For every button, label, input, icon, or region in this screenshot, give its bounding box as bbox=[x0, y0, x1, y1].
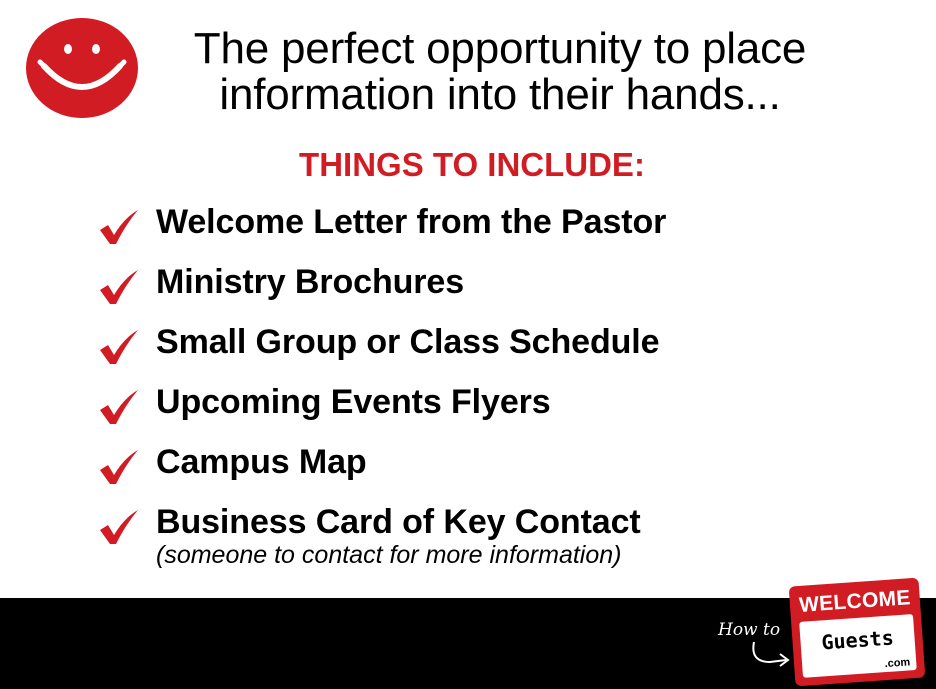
list-item-label: Campus Map bbox=[156, 443, 367, 481]
list-item-label: Ministry Brochures bbox=[156, 263, 465, 301]
list-item: Upcoming Events Flyers bbox=[98, 380, 858, 440]
list-item-note: (someone to contact for more information… bbox=[156, 541, 622, 569]
logo-name: Guests bbox=[820, 625, 895, 655]
checklist: Welcome Letter from the Pastor Ministry … bbox=[98, 200, 858, 569]
checkmark-icon bbox=[100, 390, 138, 424]
headline-line-2: information into their hands... bbox=[219, 70, 781, 119]
list-item: Ministry Brochures bbox=[98, 260, 858, 320]
checkmark-icon bbox=[100, 270, 138, 304]
list-item: Business Card of Key Contact (someone to… bbox=[98, 500, 858, 569]
logo-suffix: .com bbox=[884, 656, 911, 671]
list-item-label: Business Card of Key Contact bbox=[156, 503, 641, 541]
checkmark-icon bbox=[100, 450, 138, 484]
welcome-guests-logo: WELCOME Guests .com bbox=[788, 577, 926, 687]
list-item: Small Group or Class Schedule bbox=[98, 320, 858, 380]
section-heading: THINGS TO INCLUDE: bbox=[299, 146, 645, 183]
checkmark-icon bbox=[100, 210, 138, 244]
logo-prefix: How to bbox=[718, 620, 781, 640]
curved-arrow-icon bbox=[752, 641, 790, 667]
logo-name-area: Guests .com bbox=[799, 614, 917, 678]
smiley-face-icon bbox=[26, 18, 138, 118]
list-item-label: Small Group or Class Schedule bbox=[156, 323, 660, 361]
list-item-label: Upcoming Events Flyers bbox=[156, 383, 551, 421]
checkmark-icon bbox=[100, 510, 138, 544]
list-item-label: Welcome Letter from the Pastor bbox=[156, 203, 667, 241]
list-item: Campus Map bbox=[98, 440, 858, 500]
page-title: The perfect opportunity to place informa… bbox=[150, 26, 850, 118]
headline-line-1: The perfect opportunity to place bbox=[193, 24, 807, 73]
checkmark-icon bbox=[100, 330, 138, 364]
list-item: Welcome Letter from the Pastor bbox=[98, 200, 858, 260]
